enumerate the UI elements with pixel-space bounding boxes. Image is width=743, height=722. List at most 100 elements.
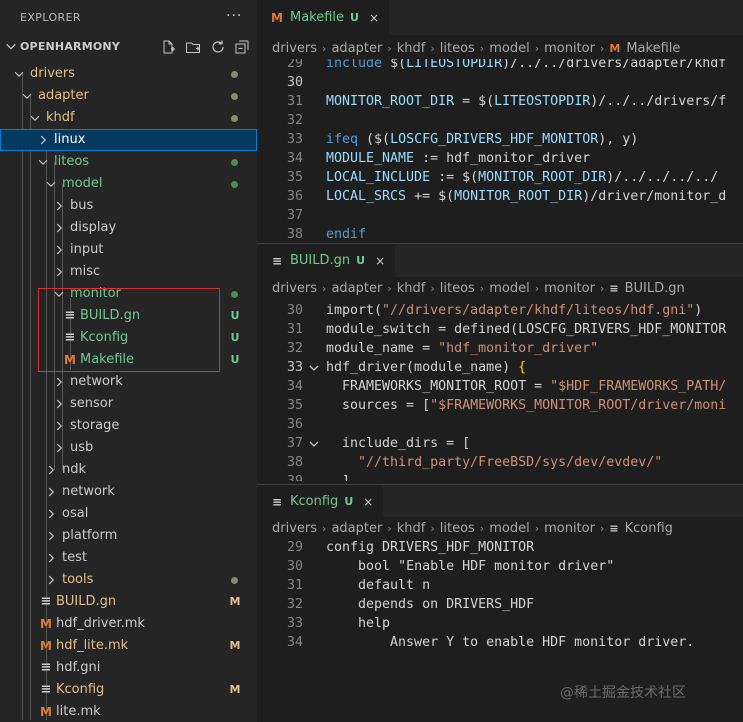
code-line: 31 module_switch = defined(LOSCFG_DRIVERS… <box>257 320 743 339</box>
breadcrumb-file[interactable]: Makefile <box>626 41 680 56</box>
folder-item-drivers[interactable]: drivers <box>0 63 257 85</box>
file-item-lite-mk[interactable]: Mlite.mk <box>0 701 257 722</box>
chevron-right-icon <box>48 531 55 541</box>
folder-item-khdf[interactable]: khdf <box>0 107 257 129</box>
file-item-kconfig[interactable]: ≡ Kconfig M <box>0 679 257 701</box>
breadcrumb-item[interactable]: liteos <box>440 41 475 56</box>
code-token: "hdf_monitor_driver" <box>438 341 599 356</box>
breadcrumb-item[interactable]: khdf <box>397 521 426 536</box>
git-status-dot-icon <box>231 159 238 166</box>
breadcrumb-item[interactable]: liteos <box>440 281 475 296</box>
folder-item-network[interactable]: network <box>0 371 257 393</box>
chevron-right-icon: › <box>387 41 392 55</box>
chevron-right-icon: › <box>534 521 540 535</box>
breadcrumb-item[interactable]: monitor <box>544 41 595 56</box>
breadcrumb-item[interactable]: liteos <box>440 521 475 536</box>
breadcrumb-item[interactable]: drivers <box>272 41 317 56</box>
file-item-hdf-driver-mk[interactable]: Mhdf_driver.mk <box>0 613 257 635</box>
breadcrumb-item[interactable]: model <box>489 41 529 56</box>
explorer-title: EXPLORER <box>20 11 81 24</box>
file-item-hdf-gni[interactable]: ≡ hdf.gni <box>0 657 257 679</box>
editor-group-divider[interactable] <box>257 484 743 485</box>
tree-item-label: hdf_driver.mk <box>56 616 145 631</box>
folder-item-storage[interactable]: storage <box>0 415 257 437</box>
close-icon[interactable]: × <box>363 495 373 509</box>
file-item-kconfig[interactable]: ≡ Kconfig U <box>0 327 257 349</box>
folder-item-model[interactable]: model <box>0 173 257 195</box>
breadcrumb-item[interactable]: adapter <box>331 521 382 536</box>
folder-item-osal[interactable]: osal <box>0 503 257 525</box>
breadcrumb-item[interactable]: monitor <box>544 281 595 296</box>
workspace-root-header[interactable]: OPENHARMONY <box>0 36 257 58</box>
folder-item-network[interactable]: network <box>0 481 257 503</box>
code-text: ] <box>326 472 350 481</box>
code-token: FRAMEWORKS_MONITOR_ROOT = <box>326 379 551 394</box>
folder-item-tools[interactable]: tools <box>0 569 257 591</box>
new-file-icon[interactable] <box>160 39 176 55</box>
code-text: Answer Y to enable HDF monitor driver. <box>326 633 694 652</box>
line-number: 36 <box>286 189 303 204</box>
folder-item-linux[interactable]: linux <box>0 129 257 151</box>
collapse-all-icon[interactable] <box>234 39 250 55</box>
breadcrumb-item[interactable]: khdf <box>397 281 426 296</box>
breadcrumb-item[interactable]: khdf <box>397 41 426 56</box>
folder-item-liteos[interactable]: liteos <box>0 151 257 173</box>
chevron-right-icon: › <box>387 521 392 535</box>
folder-item-input[interactable]: input <box>0 239 257 261</box>
file-item-hdf-lite-mk[interactable]: Mhdf_lite.mk M <box>0 635 257 657</box>
code-token: config DRIVERS_HDF_MONITOR <box>326 540 535 555</box>
git-status-badge: M <box>229 639 241 652</box>
file-item-build-gn[interactable]: ≡ BUILD.gn M <box>0 591 257 613</box>
breadcrumb-file[interactable]: BUILD.gn <box>625 281 685 296</box>
line-number: 32 <box>286 341 303 356</box>
close-icon[interactable]: × <box>375 254 385 268</box>
line-number: 39 <box>257 472 303 481</box>
breadcrumb-item[interactable]: adapter <box>331 281 382 296</box>
fold-chevron-icon[interactable] <box>307 358 321 377</box>
chevron-right-icon <box>56 267 63 277</box>
tree-item-label: network <box>62 484 115 499</box>
folder-item-usb[interactable]: usb <box>0 437 257 459</box>
breadcrumb-item[interactable]: adapter <box>331 41 382 56</box>
folder-item-misc[interactable]: misc <box>0 261 257 283</box>
chevron-right-icon <box>56 201 63 211</box>
file-item-build-gn[interactable]: ≡ BUILD.gn U <box>0 305 257 327</box>
tab-makefile[interactable]: M Makefile U × <box>257 0 390 35</box>
tree-item-label: Kconfig <box>80 330 129 345</box>
code-line: 34 Answer Y to enable HDF monitor driver… <box>257 633 743 652</box>
tab-label: Kconfig <box>290 494 339 509</box>
breadcrumb-item[interactable]: monitor <box>544 521 595 536</box>
code-token: help <box>326 616 391 631</box>
tree-item-label: hdf.gni <box>56 660 101 675</box>
folder-item-monitor[interactable]: monitor <box>0 283 257 305</box>
refresh-icon[interactable] <box>210 39 226 55</box>
tab-build-gn[interactable]: ≡ BUILD.gn U × <box>257 243 396 278</box>
folder-item-sensor[interactable]: sensor <box>0 393 257 415</box>
folder-item-adapter[interactable]: adapter <box>0 85 257 107</box>
fold-chevron-icon[interactable] <box>307 434 321 453</box>
code-text: include_dirs = [ <box>326 434 470 453</box>
close-icon[interactable]: × <box>369 11 379 25</box>
folder-item-test[interactable]: test <box>0 547 257 569</box>
editor-group-divider[interactable] <box>257 243 743 244</box>
tab-kconfig[interactable]: ≡ Kconfig U × <box>257 484 384 519</box>
code-editor-makefile[interactable]: 29 include $(LITEOSTOPDIR)/../../drivers/… <box>257 59 743 243</box>
breadcrumb-item[interactable]: model <box>489 521 529 536</box>
folder-item-bus[interactable]: bus <box>0 195 257 217</box>
new-folder-icon[interactable] <box>185 39 201 55</box>
folder-item-display[interactable]: display <box>0 217 257 239</box>
lines-icon: ≡ <box>40 682 52 697</box>
code-editor-build-gn[interactable]: 30 import("//drivers/adapter/khdf/liteos/… <box>257 299 743 481</box>
more-actions-icon[interactable]: ··· <box>226 8 242 24</box>
folder-item-platform[interactable]: platform <box>0 525 257 547</box>
code-token: depends on DRIVERS_HDF <box>326 597 535 612</box>
folder-item-ndk[interactable]: ndk <box>0 459 257 481</box>
breadcrumb-item[interactable]: drivers <box>272 521 317 536</box>
breadcrumb-file[interactable]: Kconfig <box>625 521 673 536</box>
code-token: MONITOR_ROOT_DIR <box>478 170 607 185</box>
breadcrumb-item[interactable]: drivers <box>272 281 317 296</box>
breadcrumb-item[interactable]: model <box>489 281 529 296</box>
editor-tab-bar: ≡ BUILD.gn U × <box>257 243 743 278</box>
tab-git-status: U <box>344 495 354 508</box>
file-item-makefile[interactable]: M Makefile U <box>0 349 257 371</box>
